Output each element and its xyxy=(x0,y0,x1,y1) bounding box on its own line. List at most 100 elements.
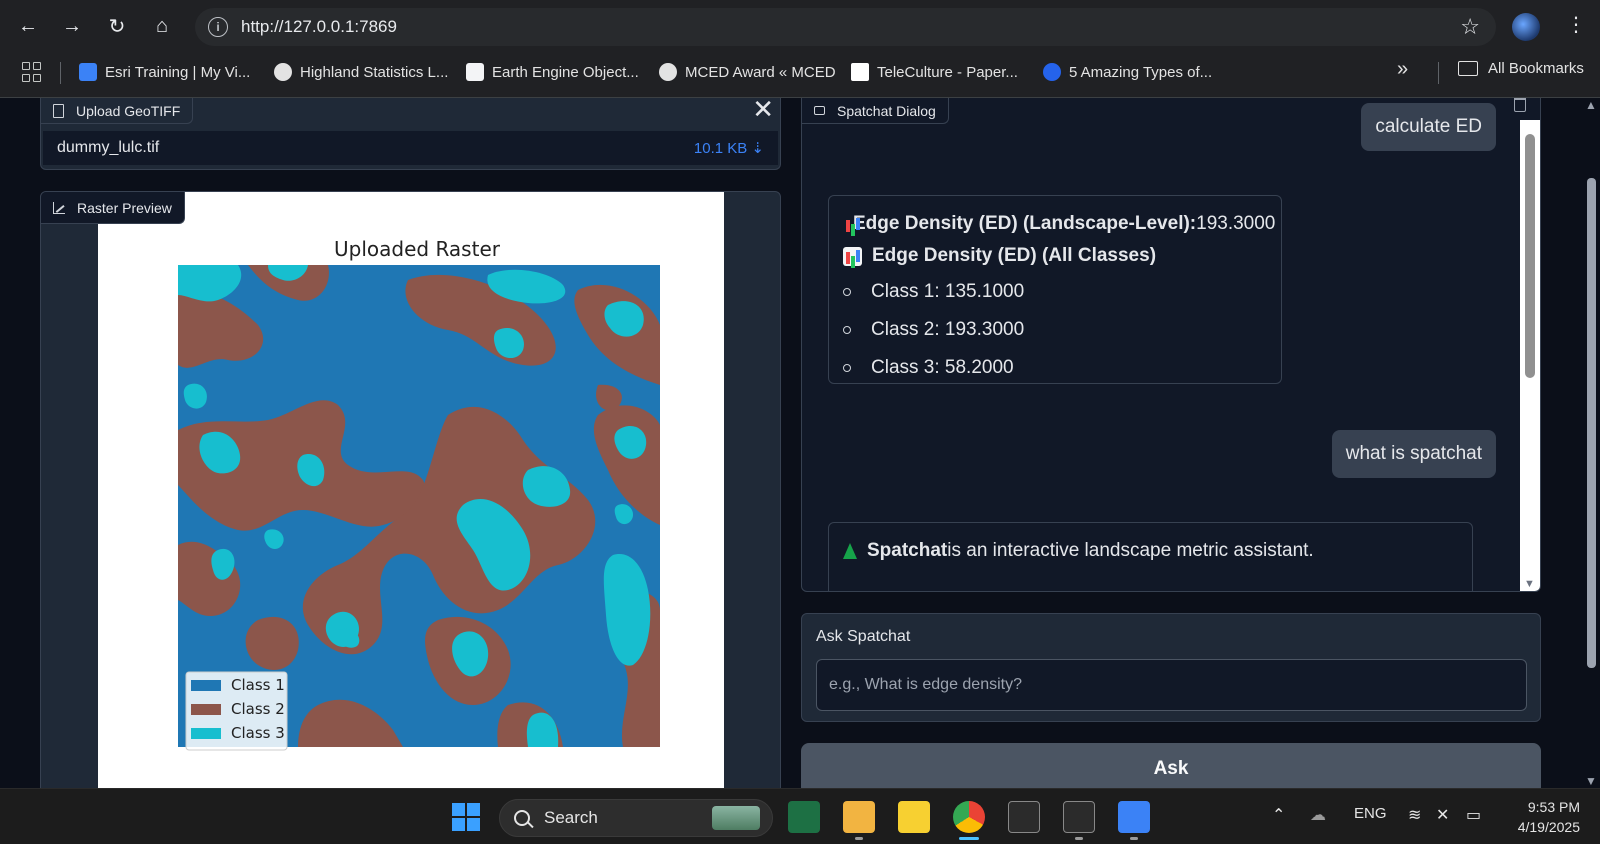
close-icon[interactable]: ✕ xyxy=(752,98,774,125)
list-item: Class 3: 58.2000 xyxy=(843,352,1267,384)
bar-chart-icon xyxy=(843,246,862,266)
bookmark-earth-engine[interactable]: Earth Engine Object... xyxy=(466,60,639,84)
bookmark-mced[interactable]: MCED Award « MCED xyxy=(659,60,836,84)
windows-start-icon[interactable] xyxy=(452,803,480,831)
command-prompt-icon[interactable] xyxy=(1063,801,1095,833)
active-indicator xyxy=(959,837,979,840)
ask-button[interactable]: Ask xyxy=(801,743,1541,788)
raster-preview-panel: Raster Preview Uploaded Raster Class 1 C… xyxy=(40,191,781,788)
all-bookmarks-button[interactable]: All Bookmarks xyxy=(1458,60,1584,77)
upload-label: Upload GeoTIFF xyxy=(41,98,194,124)
reload-icon[interactable]: ↻ xyxy=(101,10,133,42)
legend-label-class-3: Class 3 xyxy=(231,724,285,742)
clock[interactable]: 9:53 PM 4/19/2025 xyxy=(1500,797,1580,837)
trash-icon[interactable] xyxy=(1514,98,1526,112)
home-icon[interactable]: ⌂ xyxy=(146,10,178,42)
user-message: calculate ED xyxy=(1361,103,1496,151)
divider xyxy=(60,62,61,84)
list-item: Class 1: 135.1000 xyxy=(843,276,1267,308)
bot-line: Spatchat is an interactive landscape met… xyxy=(843,535,1458,567)
battery-icon[interactable]: ▭ xyxy=(1466,805,1481,825)
bullet-icon xyxy=(843,364,851,372)
globe-icon xyxy=(659,63,677,81)
list-item: Class 2: 193.3000 xyxy=(843,314,1267,346)
site-info-icon[interactable]: i xyxy=(208,17,228,37)
chat-icon xyxy=(814,106,825,115)
question-input[interactable] xyxy=(816,659,1527,711)
page-scrollbar[interactable]: ▲ ▼ xyxy=(1582,98,1600,788)
file-download-link[interactable]: 10.1 KB ⇣ xyxy=(694,139,764,157)
bookmark-amazing-types[interactable]: 5 Amazing Types of... xyxy=(1043,60,1212,84)
chart-icon xyxy=(53,201,65,214)
scrollbar-thumb[interactable] xyxy=(1587,178,1596,668)
url-text[interactable]: http://127.0.0.1:7869 xyxy=(241,17,397,37)
teleculture-icon xyxy=(851,63,869,81)
spatchat-dialog[interactable]: Spatchat Dialog calculate ED Edge Densit… xyxy=(801,98,1541,592)
running-indicator xyxy=(855,837,863,840)
onedrive-icon[interactable]: ☁ xyxy=(1310,805,1326,825)
scroll-up-icon[interactable]: ▲ xyxy=(1585,98,1597,112)
menu-icon[interactable]: ⋮ xyxy=(1566,12,1586,37)
chat-scrollbar[interactable]: ▼ xyxy=(1520,120,1540,591)
time: 9:53 PM xyxy=(1527,799,1580,815)
chrome-icon[interactable] xyxy=(953,801,985,833)
scrollbar-thumb[interactable] xyxy=(1525,134,1535,378)
sticky-notes-icon[interactable] xyxy=(898,801,930,833)
user-message: what is spatchat xyxy=(1331,430,1496,478)
globe-icon xyxy=(274,63,292,81)
taskbar-search[interactable]: Search xyxy=(499,799,773,837)
legend-label-class-2: Class 2 xyxy=(231,700,285,718)
folder-icon xyxy=(1458,61,1478,76)
chevron-up-icon[interactable]: ⌃ xyxy=(1272,805,1285,825)
bot-message: Edge Density (ED) (Landscape-Level): 193… xyxy=(828,195,1282,384)
earth-engine-icon xyxy=(466,63,484,81)
taskbar: Search ⌃ ☁ ENG ≋ ✕ ▭ 9:53 PM 4/19/2025 xyxy=(0,788,1600,844)
bookmark-teleculture[interactable]: TeleCulture - Paper... xyxy=(851,60,1018,84)
ask-panel: Ask Spatchat xyxy=(801,613,1541,722)
profile-avatar[interactable] xyxy=(1512,13,1540,41)
chat-label: Spatchat Dialog xyxy=(802,98,949,124)
bookmark-highland[interactable]: Highland Statistics L... xyxy=(274,60,448,84)
ask-label: Ask Spatchat xyxy=(816,628,911,645)
esri-icon xyxy=(79,63,97,81)
excel-icon[interactable] xyxy=(788,801,820,833)
plot-legend: Class 1 Class 2 Class 3 xyxy=(185,671,288,751)
language-indicator[interactable]: ENG xyxy=(1354,805,1387,822)
legend-swatch-class-2 xyxy=(191,704,221,715)
back-icon[interactable]: ← xyxy=(12,10,44,42)
plot-title: Uploaded Raster xyxy=(334,237,501,261)
address-bar[interactable]: i http://127.0.0.1:7869 ☆ xyxy=(195,8,1496,46)
file-icon xyxy=(53,103,64,118)
more-bookmarks-icon[interactable]: » xyxy=(1397,58,1408,81)
running-indicator xyxy=(1130,837,1138,840)
bookmark-star-icon[interactable]: ☆ xyxy=(1460,14,1480,40)
terminal-icon[interactable] xyxy=(1008,801,1040,833)
bot-message: Spatchat is an interactive landscape met… xyxy=(828,522,1473,591)
tree-icon xyxy=(843,543,857,559)
raster-figure: Uploaded Raster Class 1 Class 2 Class 3 xyxy=(98,192,724,788)
legend-label-class-1: Class 1 xyxy=(231,676,285,694)
bot-line: Edge Density (ED) (All Classes) xyxy=(843,240,1267,272)
upload-panel: Upload GeoTIFF ✕ dummy_lulc.tif 10.1 KB … xyxy=(40,98,781,170)
bot-line: Edge Density (ED) (Landscape-Level): 193… xyxy=(846,213,1276,234)
site-icon xyxy=(1043,63,1061,81)
search-highlight-image xyxy=(712,806,760,830)
bullet-icon xyxy=(843,288,851,296)
bookmark-esri[interactable]: Esri Training | My Vi... xyxy=(79,60,250,84)
bullet-icon xyxy=(843,326,851,334)
running-indicator xyxy=(1075,837,1083,840)
forward-icon[interactable]: → xyxy=(56,10,88,42)
scroll-down-icon[interactable]: ▼ xyxy=(1585,774,1597,788)
date: 4/19/2025 xyxy=(1517,819,1580,835)
volume-muted-icon[interactable]: ✕ xyxy=(1436,805,1449,825)
divider xyxy=(1438,62,1439,84)
wifi-icon[interactable]: ≋ xyxy=(1408,805,1421,825)
notepad-icon[interactable] xyxy=(1118,801,1150,833)
browser-chrome: ← → ↻ ⌂ i http://127.0.0.1:7869 ☆ ⋮ Esri… xyxy=(0,0,1600,98)
scroll-down-icon[interactable]: ▼ xyxy=(1524,578,1535,590)
file-explorer-icon[interactable] xyxy=(843,801,875,833)
legend-swatch-class-1 xyxy=(191,680,221,691)
raster-plot: Uploaded Raster Class 1 Class 2 Class 3 xyxy=(178,237,660,751)
apps-icon[interactable] xyxy=(22,62,42,82)
legend-swatch-class-3 xyxy=(191,728,221,739)
